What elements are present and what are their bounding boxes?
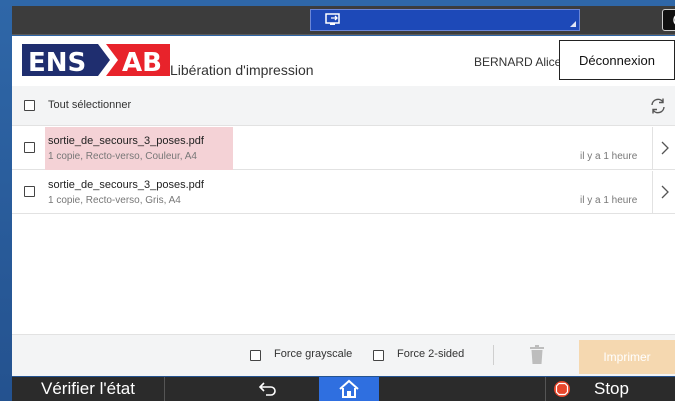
job-row[interactable]: sortie_de_secours_3_poses.pdf 1 copie, R… bbox=[12, 171, 675, 214]
system-status-panel[interactable] bbox=[310, 9, 580, 31]
job-details: 1 copie, Recto-verso, Gris, A4 bbox=[48, 195, 181, 206]
print-button[interactable]: Imprimer bbox=[579, 340, 675, 374]
svg-text:ENS: ENS bbox=[28, 48, 86, 78]
force-2sided-label: Force 2-sided bbox=[397, 348, 465, 360]
device-nav-bar: Vérifier l'état Stop bbox=[12, 377, 675, 401]
job-name: sortie_de_secours_3_poses.pdf bbox=[48, 135, 204, 147]
panel-corner-mark bbox=[570, 21, 576, 27]
back-arrow-icon[interactable] bbox=[258, 380, 278, 401]
force-grayscale-label: Force grayscale bbox=[274, 348, 353, 360]
select-all-checkbox[interactable] bbox=[24, 100, 35, 111]
monitor-arrow-icon bbox=[325, 13, 341, 27]
bottom-toolbar: Force grayscale Force 2-sided Imprimer bbox=[12, 334, 675, 376]
job-checkbox[interactable] bbox=[24, 186, 35, 197]
app-window: ENS AB Libération d'impression BERNARD A… bbox=[12, 36, 675, 376]
logout-button[interactable]: Déconnexion bbox=[559, 40, 675, 80]
user-name: BERNARD Alice bbox=[474, 55, 562, 69]
chevron-right-icon bbox=[661, 141, 669, 155]
force-2sided-checkbox[interactable] bbox=[373, 350, 384, 361]
job-details: 1 copie, Recto-verso, Couleur, A4 bbox=[48, 151, 197, 162]
moon-icon bbox=[673, 15, 675, 25]
stop-icon[interactable] bbox=[553, 380, 571, 401]
nav-separator bbox=[545, 377, 546, 401]
home-icon bbox=[339, 379, 359, 398]
job-checkbox[interactable] bbox=[24, 142, 35, 153]
night-mode-button[interactable] bbox=[662, 9, 675, 31]
home-button[interactable] bbox=[319, 377, 379, 401]
job-row[interactable]: sortie_de_secours_3_poses.pdf 1 copie, R… bbox=[12, 127, 675, 170]
toolbar-divider bbox=[493, 345, 494, 365]
header: ENS AB Libération d'impression BERNARD A… bbox=[12, 36, 675, 86]
chevron-right-icon bbox=[661, 185, 669, 199]
job-time: il y a 1 heure bbox=[580, 151, 638, 162]
nav-separator bbox=[164, 377, 165, 401]
job-highlight bbox=[45, 127, 233, 170]
stop-button[interactable]: Stop bbox=[594, 377, 629, 401]
job-time: il y a 1 heure bbox=[580, 195, 638, 206]
trash-icon[interactable] bbox=[529, 345, 545, 370]
check-status-button[interactable]: Vérifier l'état bbox=[12, 377, 164, 401]
system-bar bbox=[12, 6, 675, 35]
refresh-icon[interactable] bbox=[649, 97, 667, 120]
job-name: sortie_de_secours_3_poses.pdf bbox=[48, 179, 204, 191]
svg-text:AB: AB bbox=[122, 48, 162, 78]
job-detail-button[interactable] bbox=[652, 171, 675, 214]
ens-ab-logo: ENS AB bbox=[22, 44, 170, 78]
force-grayscale-checkbox[interactable] bbox=[250, 350, 261, 361]
page-title: Libération d'impression bbox=[170, 62, 314, 78]
select-all-label: Tout sélectionner bbox=[48, 99, 132, 111]
select-bar: Tout sélectionner bbox=[12, 86, 675, 126]
job-detail-button[interactable] bbox=[652, 127, 675, 170]
